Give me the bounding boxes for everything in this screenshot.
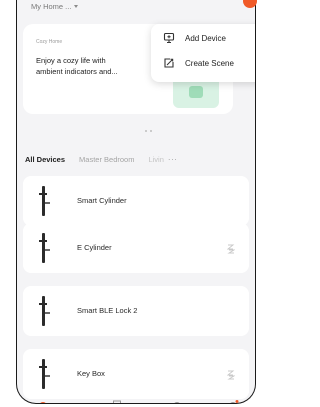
banner-tag: Cozy Home <box>36 39 63 45</box>
device-name: E Cylinder <box>77 243 112 252</box>
pagination-dot <box>150 130 152 132</box>
device-card[interactable]: Key Box <box>23 349 249 399</box>
bottom-nav <box>17 393 255 403</box>
home-selector[interactable]: My Home ... <box>31 2 79 11</box>
menu-label: Create Scene <box>185 58 234 68</box>
sleep-icon <box>227 244 235 254</box>
device-name: Smart Cylinder <box>77 196 127 205</box>
scene-icon[interactable] <box>113 393 121 403</box>
device-name: Smart BLE Lock 2 <box>77 306 138 315</box>
tab-master-bedroom[interactable]: Master Bedroom <box>79 155 134 164</box>
tab-all-devices[interactable]: All Devices <box>25 155 65 164</box>
pagination-dot <box>145 130 147 132</box>
sleep-icon <box>227 370 235 380</box>
add-device-icon <box>163 32 175 44</box>
chevron-down-icon <box>74 5 79 8</box>
home-icon[interactable] <box>39 393 47 403</box>
top-bar: My Home ... <box>17 0 255 16</box>
lock-icon <box>39 296 50 326</box>
phone-frame: My Home ... Cozy Home Enjoy a cozy life … <box>16 0 256 404</box>
room-tabs: All Devices Master Bedroom Livin ··· <box>25 152 255 166</box>
menu-label: Add Device <box>185 33 226 43</box>
add-menu: Add Device Create Scene <box>151 24 255 82</box>
lock-icon <box>39 359 50 389</box>
tab-living[interactable]: Livin <box>148 155 163 164</box>
create-scene-icon <box>164 58 174 68</box>
device-card[interactable]: Smart BLE Lock 2 <box>23 286 249 336</box>
profile-icon[interactable] <box>229 393 239 403</box>
device-name: Key Box <box>77 369 105 378</box>
device-card[interactable]: E Cylinder <box>23 223 249 273</box>
smart-icon[interactable] <box>173 393 181 403</box>
home-label: My Home ... <box>31 2 72 11</box>
menu-item-create-scene[interactable]: Create Scene <box>163 57 234 69</box>
lock-icon <box>39 186 50 216</box>
banner-text: Enjoy a cozy life with ambient indicator… <box>36 56 118 76</box>
lock-icon <box>39 233 50 263</box>
device-card[interactable]: Smart Cylinder <box>23 176 249 226</box>
banner-pagination <box>145 130 152 132</box>
more-horizontal-icon[interactable]: ··· <box>168 155 178 164</box>
menu-item-add-device[interactable]: Add Device <box>163 32 226 44</box>
